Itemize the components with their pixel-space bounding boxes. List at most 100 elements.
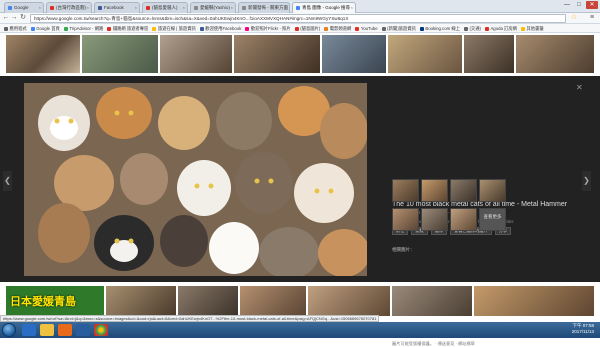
- next-image-button[interactable]: ❯: [582, 171, 591, 191]
- folder-icon[interactable]: [40, 324, 54, 336]
- address-bar[interactable]: https://www.google.com.tw/search?q=青島+貓島…: [30, 14, 566, 23]
- tab-5[interactable]: 愛媛縣(Yashio) ×: [190, 2, 236, 13]
- tab-active-search[interactable]: 青島 圖像 - Google 搜尋 ×: [292, 2, 356, 13]
- result-thumbnail[interactable]: [178, 286, 238, 316]
- close-tab-icon[interactable]: ×: [231, 5, 233, 10]
- bookmark-favicon-icon: [355, 26, 360, 31]
- site-icon: [242, 5, 246, 10]
- bookmark-item[interactable]: 歡迎照片Flickr - 照片: [245, 24, 291, 32]
- previous-image-button[interactable]: ❮: [3, 171, 12, 191]
- tab-2[interactable]: (台灣行政區劃) ×: [46, 2, 92, 13]
- result-thumbnail[interactable]: [516, 35, 594, 73]
- bookmark-item[interactable]: Google 首頁: [30, 24, 60, 32]
- bookmark-favicon-icon: [152, 26, 157, 31]
- related-image[interactable]: [450, 179, 477, 202]
- result-thumbnail[interactable]: [82, 35, 158, 73]
- results-row-bottom: 日本愛媛青島: [6, 286, 596, 316]
- minimize-button[interactable]: —: [562, 1, 572, 9]
- start-button[interactable]: [2, 323, 16, 337]
- bookmark-item[interactable]: YouTube: [355, 24, 378, 32]
- tab-facebook[interactable]: Facebook ×: [94, 2, 140, 13]
- related-image[interactable]: [392, 179, 419, 202]
- bookmark-favicon-icon: [484, 26, 489, 31]
- close-window-button[interactable]: ✕: [586, 1, 598, 9]
- system-clock: 下午 07:58 2017/11/13: [571, 323, 594, 334]
- related-image[interactable]: [450, 208, 477, 231]
- site-icon: [194, 5, 198, 10]
- image-viewer-panel: ❮ ✕ The 10 most black metal cats of all …: [0, 76, 600, 346]
- bookmark-favicon-icon: [294, 26, 299, 31]
- back-button[interactable]: ←: [2, 14, 10, 22]
- selected-image-cats[interactable]: [24, 83, 367, 276]
- related-image[interactable]: [479, 179, 506, 202]
- result-thumbnail[interactable]: [240, 286, 306, 316]
- result-thumbnail[interactable]: [160, 35, 232, 73]
- bookmark-favicon-icon: [107, 26, 112, 31]
- taskbar: [0, 322, 600, 338]
- close-tab-icon[interactable]: ×: [285, 5, 287, 10]
- bookmark-item[interactable]: 其他書籤: [520, 24, 544, 32]
- chrome-icon[interactable]: [94, 324, 108, 336]
- close-viewer-button[interactable]: ✕: [576, 83, 583, 92]
- bookmark-item[interactable]: (貓島圖片): [294, 24, 320, 32]
- result-thumbnail-banner[interactable]: 日本愛媛青島: [6, 286, 104, 316]
- related-image[interactable]: [392, 208, 419, 231]
- result-thumbnail[interactable]: [234, 35, 320, 73]
- bookmark-favicon-icon: [381, 26, 386, 31]
- site-icon: [146, 5, 150, 10]
- bookmark-item[interactable]: Booking.com 線上: [419, 24, 460, 32]
- bookmark-item[interactable]: 歡迎使用Facebook: [199, 24, 241, 32]
- bookmark-favicon-icon: [324, 26, 329, 31]
- close-tab-icon[interactable]: ×: [183, 5, 185, 10]
- bookmark-favicon-icon: [419, 26, 424, 31]
- bookmark-item[interactable]: TripAdvisor - 網路: [63, 24, 103, 32]
- result-thumbnail[interactable]: [106, 286, 176, 316]
- bookmark-favicon-icon: [199, 26, 204, 31]
- bookmarks-bar: 應用程式 Google 首頁 TripAdvisor - 網路 鐵路網 旅遊者專區 旅遊…: [0, 24, 600, 33]
- close-tab-icon[interactable]: ×: [87, 5, 89, 10]
- bookmark-item[interactable]: 電影頻道網: [324, 24, 351, 32]
- status-bar-url: https://www.google.com.tw/url?sa=i&rct=j…: [0, 315, 380, 322]
- bookmark-favicon-icon: [4, 26, 8, 31]
- tab-6[interactable]: 新聞發佈 - 關東方面 ×: [238, 2, 290, 13]
- more-related-button[interactable]: 查看更多: [479, 208, 506, 231]
- related-images-label: 相關圖片：: [392, 247, 415, 252]
- menu-icon[interactable]: ≡: [588, 14, 596, 22]
- result-thumbnail[interactable]: [308, 286, 390, 316]
- close-tab-icon[interactable]: ×: [135, 5, 137, 10]
- maximize-button[interactable]: □: [574, 1, 584, 9]
- bookmark-item[interactable]: (新聞)旅遊資訊: [381, 24, 416, 32]
- bookmark-item[interactable]: (交通): [463, 24, 481, 32]
- banner-text: 日本愛媛青島: [10, 296, 76, 308]
- site-icon: [50, 5, 54, 10]
- google-icon: [296, 5, 300, 10]
- media-player-icon[interactable]: [58, 324, 72, 336]
- result-thumbnail[interactable]: [474, 286, 594, 316]
- result-thumbnail[interactable]: [388, 35, 462, 73]
- result-thumbnail[interactable]: [464, 35, 514, 73]
- close-tab-icon[interactable]: ×: [39, 5, 41, 10]
- bookmark-favicon-icon: [520, 26, 525, 31]
- bookmark-star-icon[interactable]: ☆: [570, 14, 578, 22]
- tab-4[interactable]: (貓島愛貓人) ×: [142, 2, 188, 13]
- related-image[interactable]: [421, 179, 448, 202]
- image-title-link[interactable]: The 10 most black metal cats of all time…: [392, 201, 567, 208]
- tab-google[interactable]: Google ×: [4, 2, 44, 13]
- word-icon[interactable]: [76, 324, 90, 336]
- ie-icon[interactable]: [22, 324, 36, 336]
- forward-button[interactable]: →: [10, 14, 18, 22]
- results-row-top: [6, 35, 596, 73]
- result-thumbnail[interactable]: [322, 35, 386, 73]
- bookmark-item[interactable]: 旅遊在線 | 旅遊資訊: [152, 24, 196, 32]
- viewer-footnote: 圖片可能受版權保護。 · 傳送意見 · 網站標章: [392, 341, 475, 346]
- related-image[interactable]: [421, 208, 448, 231]
- reload-button[interactable]: ↻: [19, 14, 27, 22]
- bookmark-item[interactable]: Agoda 訂房網: [484, 24, 517, 32]
- bookmark-item[interactable]: 鐵路網 旅遊者專區: [107, 24, 148, 32]
- bookmark-item[interactable]: 應用程式: [4, 24, 27, 32]
- bookmark-favicon-icon: [245, 26, 250, 31]
- result-thumbnail[interactable]: [6, 35, 80, 73]
- close-tab-icon[interactable]: ×: [351, 5, 353, 10]
- bookmark-favicon-icon: [63, 26, 68, 31]
- result-thumbnail[interactable]: [392, 286, 472, 316]
